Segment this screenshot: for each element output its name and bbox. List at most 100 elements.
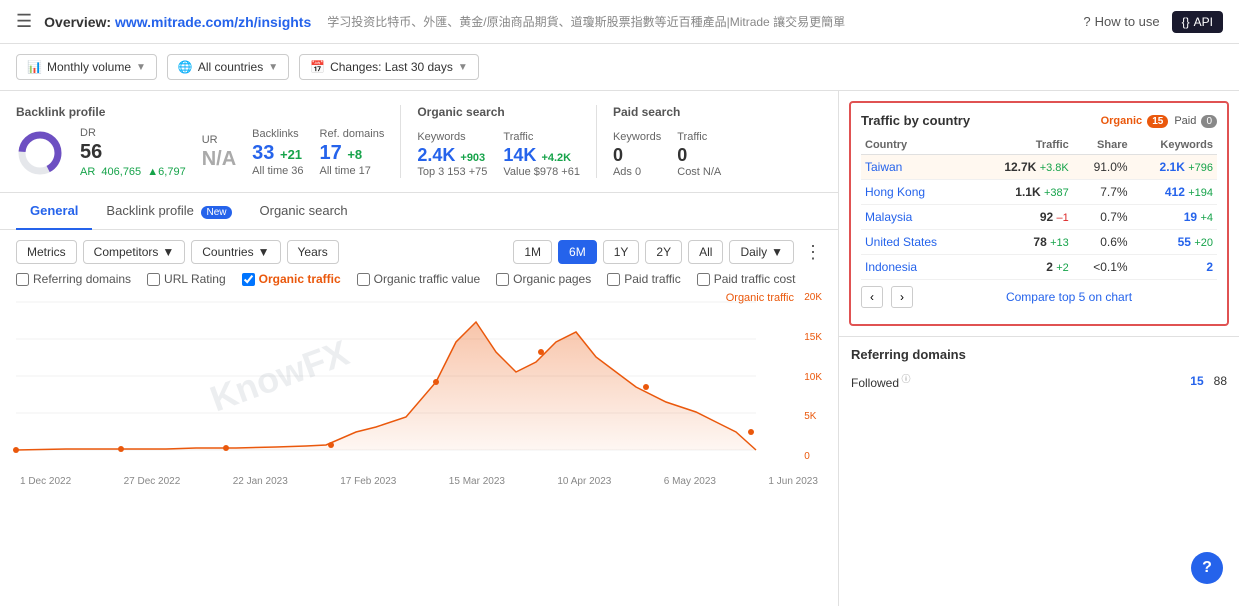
- cell-share: 91.0%: [1073, 155, 1132, 180]
- ur-value: N/A: [202, 148, 236, 171]
- help-button[interactable]: ?: [1191, 552, 1223, 584]
- referring-domains-section: Referring domains Followed ⓘ 15 88: [839, 336, 1239, 402]
- organic-traffic-stat: Traffic 14K +4.2K Value $978 +61: [503, 131, 580, 178]
- changes-filter[interactable]: 📅 Changes: Last 30 days ▼: [299, 54, 479, 80]
- filters-bar: 📊 Monthly volume ▼ 🌐 All countries ▼ 📅 C…: [0, 44, 1239, 91]
- check-paid-traffic[interactable]: Paid traffic: [607, 272, 680, 286]
- period-2y[interactable]: 2Y: [645, 240, 682, 264]
- cell-traffic: 78 +13: [972, 230, 1073, 255]
- interval-button[interactable]: Daily ▼: [729, 240, 794, 264]
- chevron-down-icon: ▼: [458, 62, 468, 73]
- top-navigation: ☰ Overview: www.mitrade.com/zh/insights …: [0, 0, 1239, 44]
- check-referring-domains[interactable]: Referring domains: [16, 272, 131, 286]
- period-1y[interactable]: 1Y: [603, 240, 640, 264]
- countries-button[interactable]: Countries ▼: [191, 240, 280, 264]
- ref-followed-row: Followed ⓘ 15 88: [851, 370, 1227, 392]
- tbc-title: Traffic by country: [861, 113, 970, 128]
- cell-country[interactable]: United States: [861, 230, 972, 255]
- backlinks-value: 33 +21: [252, 142, 303, 165]
- competitors-button[interactable]: Competitors ▼: [83, 240, 186, 264]
- cell-keywords: 2.1K +796: [1132, 155, 1217, 180]
- tbc-tabs: Organic 15 Paid 0: [1101, 115, 1217, 127]
- table-row: Malaysia 92 –1 0.7% 19 +4: [861, 205, 1217, 230]
- paid-count-badge: 0: [1201, 115, 1217, 128]
- metrics-button[interactable]: Metrics: [16, 240, 77, 264]
- organic-traffic-sub: Value $978 +61: [503, 166, 580, 178]
- stats-section: Backlink profile DR 56 AR: [0, 91, 838, 193]
- volume-filter[interactable]: 📊 Monthly volume ▼: [16, 54, 157, 80]
- chart-checkboxes: Referring domains URL Rating Organic tra…: [16, 272, 822, 286]
- api-button[interactable]: {} API: [1172, 11, 1223, 33]
- backlink-profile-section: Backlink profile DR 56 AR: [16, 105, 384, 178]
- tab-organic-search[interactable]: Organic search: [246, 193, 362, 230]
- chart-svg: KnowFX: [16, 292, 822, 477]
- cell-share: 7.7%: [1073, 180, 1132, 205]
- organic-keywords-label: Keywords: [417, 131, 487, 143]
- cell-country[interactable]: Hong Kong: [861, 180, 972, 205]
- paid-keywords-sub: Ads 0: [613, 166, 661, 178]
- chevron-down-icon: ▼: [268, 62, 278, 73]
- cell-traffic: 92 –1: [972, 205, 1073, 230]
- ref-domains-title: Referring domains: [851, 347, 1227, 362]
- tab-backlink-profile[interactable]: Backlink profile New: [92, 193, 245, 230]
- paid-keywords-value: 0: [613, 145, 661, 166]
- table-row: Indonesia 2 +2 <0.1% 2: [861, 255, 1217, 280]
- paid-search-section: Paid search Keywords 0 Ads 0 Traffic 0 C…: [613, 105, 721, 178]
- new-badge: New: [201, 206, 231, 219]
- organic-traffic-value: 14K +4.2K: [503, 145, 580, 166]
- cell-traffic: 12.7K +3.8K: [972, 155, 1073, 180]
- help-link[interactable]: ? How to use: [1083, 14, 1159, 29]
- chart-controls-row1: Metrics Competitors ▼ Countries ▼ Years …: [16, 240, 822, 264]
- cell-country[interactable]: Indonesia: [861, 255, 972, 280]
- check-organic-pages[interactable]: Organic pages: [496, 272, 591, 286]
- site-url[interactable]: www.mitrade.com/zh/insights: [115, 14, 311, 30]
- period-6m[interactable]: 6M: [558, 240, 597, 264]
- ar-row: AR 406,765 ▲6,797: [80, 166, 186, 178]
- chart-section: Metrics Competitors ▼ Countries ▼ Years …: [0, 230, 838, 502]
- ref-followed-values: 15 88: [1190, 374, 1227, 388]
- traffic-by-country-section: Traffic by country Organic 15 Paid 0 Cou…: [849, 101, 1229, 326]
- chevron-down-icon: ▼: [136, 62, 146, 73]
- paid-traffic-stat: Traffic 0 Cost N/A: [677, 131, 721, 178]
- tab-general[interactable]: General: [16, 193, 92, 230]
- compare-top-5-link[interactable]: Compare top 5 on chart: [921, 290, 1217, 304]
- topnav-right: ? How to use {} API: [1083, 11, 1223, 33]
- help-icon: ?: [1083, 14, 1090, 29]
- period-all[interactable]: All: [688, 240, 723, 264]
- check-organic-traffic-value[interactable]: Organic traffic value: [357, 272, 481, 286]
- api-icon: {}: [1182, 15, 1190, 29]
- menu-icon[interactable]: ☰: [16, 11, 32, 32]
- chevron-down-icon: ▼: [258, 245, 270, 259]
- site-subtitle: 学习投资比特币、外匯、黄金/原油商品期貨、道瓊斯股票指數等近百種產品|Mitra…: [327, 13, 845, 30]
- cell-keywords: 55 +20: [1132, 230, 1217, 255]
- tbc-tab-organic[interactable]: Organic 15: [1101, 115, 1169, 127]
- check-paid-traffic-cost[interactable]: Paid traffic cost: [697, 272, 796, 286]
- check-url-rating[interactable]: URL Rating: [147, 272, 226, 286]
- x-label-1: 27 Dec 2022: [124, 476, 181, 487]
- organic-search-title: Organic search: [417, 105, 580, 119]
- next-page-button[interactable]: ›: [891, 286, 913, 308]
- col-keywords: Keywords: [1132, 136, 1217, 155]
- check-organic-traffic[interactable]: Organic traffic: [242, 272, 341, 286]
- paid-traffic-value: 0: [677, 145, 721, 166]
- chevron-down-icon: ▼: [771, 245, 783, 259]
- x-label-7: 1 Jun 2023: [768, 476, 818, 487]
- backlinks-label: Backlinks: [252, 128, 303, 140]
- years-button[interactable]: Years: [287, 240, 339, 264]
- tbc-tab-paid[interactable]: Paid 0: [1174, 115, 1217, 127]
- prev-page-button[interactable]: ‹: [861, 286, 883, 308]
- more-options-icon[interactable]: ⋮: [804, 242, 822, 263]
- paid-keywords-stat: Keywords 0 Ads 0: [613, 131, 661, 178]
- cell-country[interactable]: Malaysia: [861, 205, 972, 230]
- cell-country[interactable]: Taiwan: [861, 155, 972, 180]
- x-label-6: 6 May 2023: [664, 476, 716, 487]
- chevron-down-icon: ▼: [162, 245, 174, 259]
- organic-count-badge: 15: [1147, 115, 1168, 128]
- organic-search-data: Keywords 2.4K +903 Top 3 153 +75 Traffic…: [417, 131, 580, 178]
- cell-traffic: 2 +2: [972, 255, 1073, 280]
- countries-filter[interactable]: 🌐 All countries ▼: [167, 54, 289, 80]
- backlink-profile-title: Backlink profile: [16, 105, 384, 119]
- tbc-table: Country Traffic Share Keywords Taiwan 12…: [861, 136, 1217, 280]
- period-1m[interactable]: 1M: [513, 240, 552, 264]
- organic-keywords-stat: Keywords 2.4K +903 Top 3 153 +75: [417, 131, 487, 178]
